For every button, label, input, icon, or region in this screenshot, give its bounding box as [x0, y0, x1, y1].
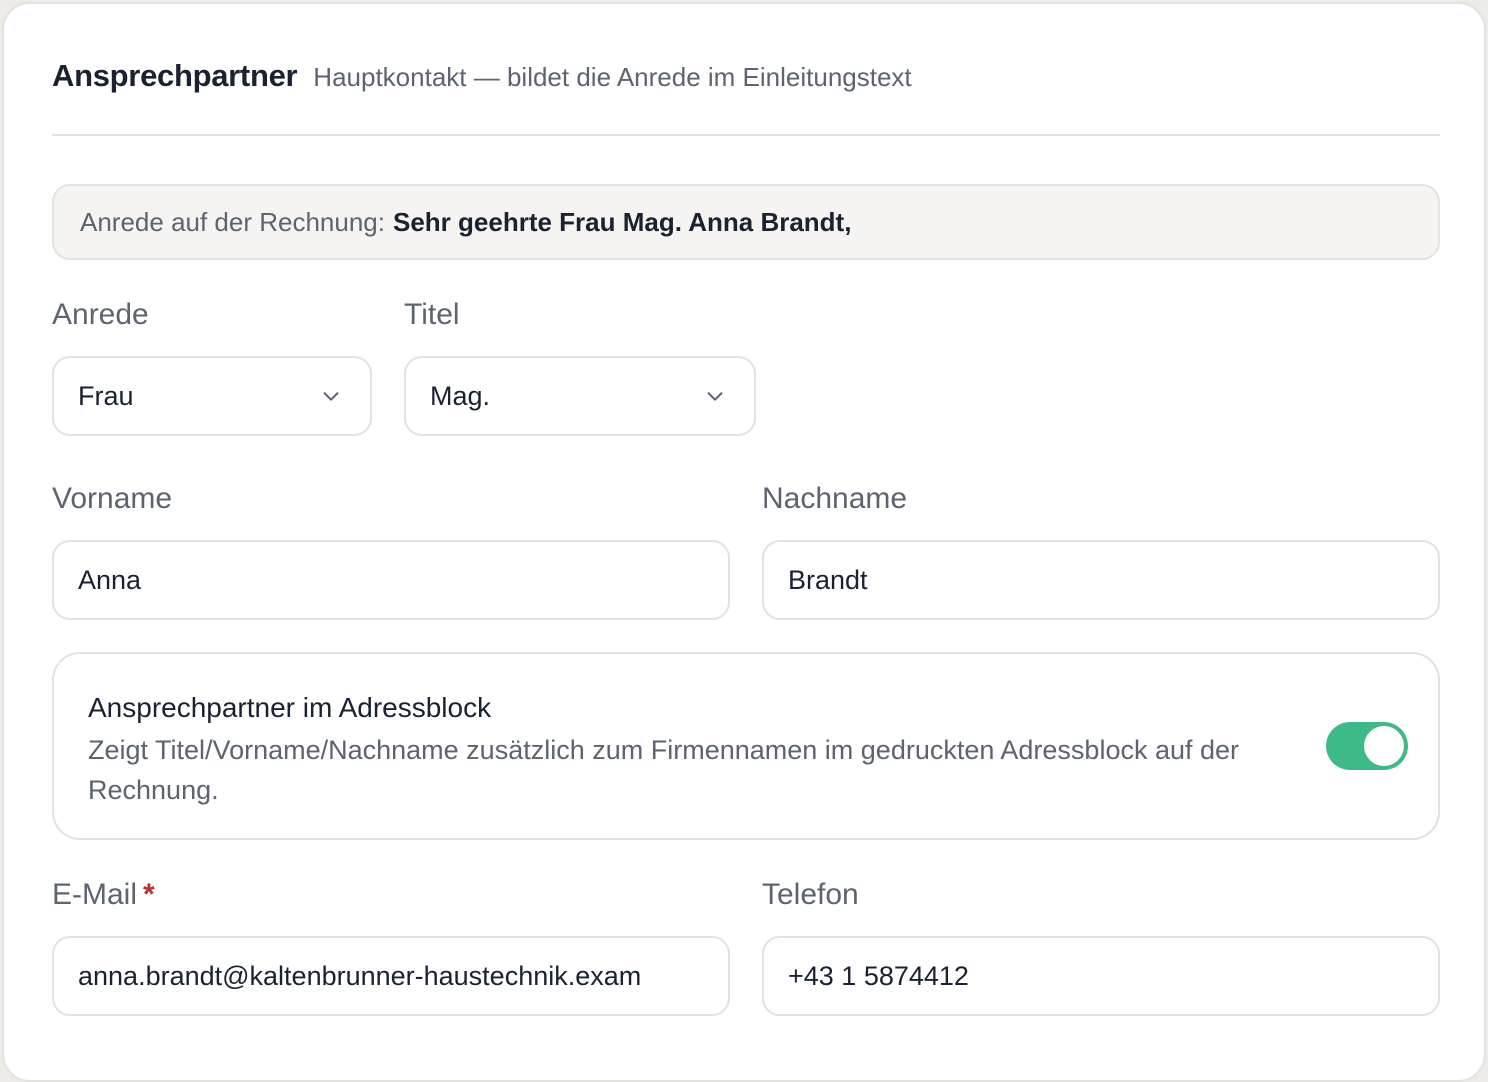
nachname-label: Nachname	[762, 482, 908, 515]
email-input[interactable]: anna.brandt@kaltenbrunner-haustechnik.ex…	[52, 936, 730, 1016]
salutation-preview: Anrede auf der Rechnung: Sehr geehrte Fr…	[52, 184, 1440, 260]
required-marker: *	[143, 878, 155, 911]
contact-card: Ansprechpartner Hauptkontakt — bildet di…	[2, 2, 1486, 1082]
anrede-select-value: Frau	[78, 380, 134, 411]
section-header: Ansprechpartner Hauptkontakt — bildet di…	[52, 58, 912, 94]
nachname-input-value: Brandt	[788, 564, 868, 595]
vorname-input-value: Anna	[78, 564, 142, 595]
address-block-toggle-switch[interactable]	[1326, 722, 1408, 770]
salutation-preview-value: Sehr geehrte Frau Mag. Anna Brandt,	[393, 206, 852, 237]
telefon-input[interactable]: +43 1 5874412	[762, 936, 1440, 1016]
address-block-toggle-title: Ansprechpartner im Adressblock	[88, 692, 492, 723]
section-subtitle: Hauptkontakt — bildet die Anrede im Einl…	[313, 62, 912, 92]
email-label: E-Mail *	[52, 878, 155, 912]
address-block-toggle-panel: Ansprechpartner im Adressblock Zeigt Tit…	[52, 652, 1440, 840]
nachname-input[interactable]: Brandt	[762, 540, 1440, 620]
section-divider	[52, 134, 1440, 136]
email-input-value: anna.brandt@kaltenbrunner-haustechnik.ex…	[78, 960, 642, 991]
vorname-label: Vorname	[52, 482, 173, 515]
titel-select[interactable]: Mag.	[404, 356, 756, 436]
anrede-label: Anrede	[52, 298, 149, 331]
email-label-text: E-Mail	[52, 878, 138, 911]
chevron-down-icon	[707, 392, 723, 401]
telefon-input-value: +43 1 5874412	[788, 960, 969, 991]
titel-label: Titel	[404, 298, 460, 331]
titel-select-value: Mag.	[430, 380, 491, 411]
section-title: Ansprechpartner	[52, 58, 298, 93]
toggle-knob	[1364, 726, 1404, 766]
vorname-input[interactable]: Anna	[52, 540, 730, 620]
telefon-label: Telefon	[762, 878, 859, 911]
salutation-preview-label: Anrede auf der Rechnung:	[80, 206, 385, 237]
chevron-down-icon	[323, 392, 339, 401]
address-block-toggle-description: Zeigt Titel/Vorname/Nachname zusätzlich …	[88, 735, 1240, 805]
anrede-select[interactable]: Frau	[52, 356, 372, 436]
